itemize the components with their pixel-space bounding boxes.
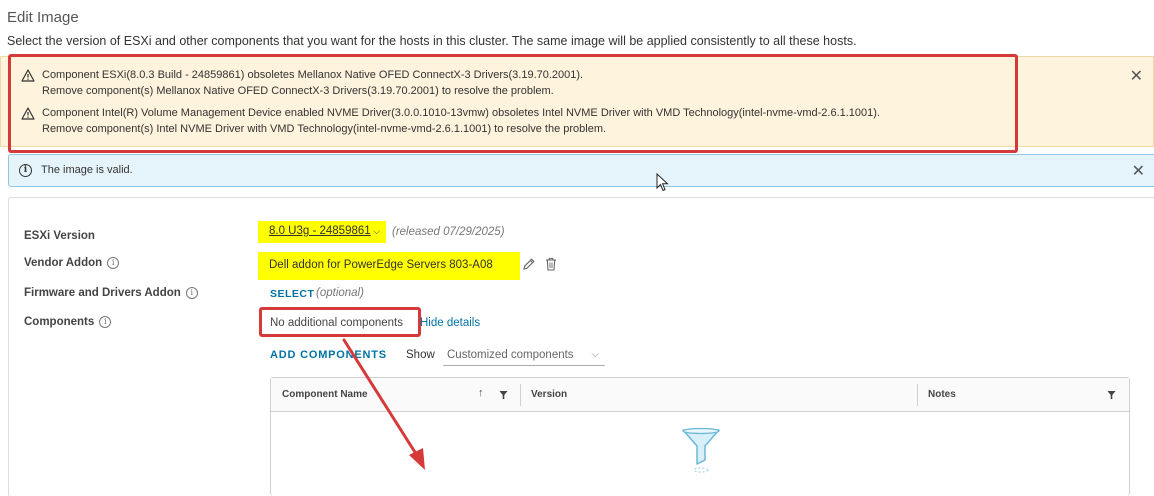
pencil-icon[interactable] bbox=[522, 257, 536, 271]
firmware-addon-label: Firmware and Drivers Addon i bbox=[24, 287, 198, 299]
info-banner: i The image is valid. ✕ bbox=[8, 154, 1154, 187]
info-icon[interactable]: i bbox=[185, 287, 198, 299]
chevron-down-icon: ⌵ bbox=[591, 349, 599, 360]
add-components-button[interactable]: ADD COMPONENTS bbox=[270, 349, 387, 361]
info-icon[interactable]: i bbox=[99, 316, 112, 328]
esxi-version-label: ESXi Version bbox=[24, 230, 95, 242]
column-separator[interactable] bbox=[520, 384, 521, 406]
info-message: The image is valid. bbox=[41, 164, 133, 176]
mouse-cursor-icon bbox=[656, 173, 669, 192]
close-icon[interactable]: ✕ bbox=[1130, 66, 1143, 86]
column-header-notes[interactable]: Notes bbox=[928, 389, 956, 400]
page-description: Select the version of ESXi and other com… bbox=[7, 34, 857, 48]
show-filter-value: Customized components bbox=[447, 349, 574, 361]
info-icon[interactable]: i bbox=[107, 257, 120, 269]
esxi-version-value: 8.0 U3g - 24859861 bbox=[269, 225, 371, 237]
hide-details-link[interactable]: Hide details bbox=[420, 317, 480, 329]
components-table: Component Name ↑ Version Notes bbox=[270, 377, 1130, 496]
column-header-version[interactable]: Version bbox=[531, 389, 567, 400]
empty-funnel-icon bbox=[682, 427, 720, 473]
vendor-addon-value: Dell addon for PowerEdge Servers 803-A08 bbox=[258, 252, 520, 280]
release-date: (released 07/29/2025) bbox=[392, 226, 505, 238]
column-separator[interactable] bbox=[917, 384, 918, 406]
page-title: Edit Image bbox=[7, 9, 79, 26]
optional-hint: (optional) bbox=[316, 287, 364, 299]
select-firmware-button[interactable]: SELECT bbox=[270, 288, 314, 300]
chevron-down-icon: ⌵ bbox=[370, 226, 380, 236]
column-header-component-name[interactable]: Component Name bbox=[282, 389, 368, 400]
annotation-box-warnings bbox=[8, 54, 1018, 153]
esxi-version-dropdown[interactable]: 8.0 U3g - 24859861 ⌵ bbox=[258, 221, 386, 243]
filter-icon[interactable] bbox=[499, 390, 508, 400]
filter-icon[interactable] bbox=[1107, 390, 1116, 400]
show-filter-select[interactable]: Customized components ⌵ bbox=[443, 346, 605, 366]
sort-up-icon[interactable]: ↑ bbox=[478, 387, 484, 399]
info-icon: i bbox=[19, 164, 32, 177]
annotation-box-components bbox=[259, 307, 421, 337]
trash-icon[interactable] bbox=[545, 257, 557, 271]
close-icon[interactable]: ✕ bbox=[1132, 161, 1145, 181]
components-label: Components i bbox=[24, 316, 112, 328]
show-label: Show bbox=[406, 349, 435, 361]
table-header: Component Name ↑ Version Notes bbox=[271, 378, 1129, 412]
vendor-addon-label: Vendor Addon i bbox=[24, 257, 120, 269]
